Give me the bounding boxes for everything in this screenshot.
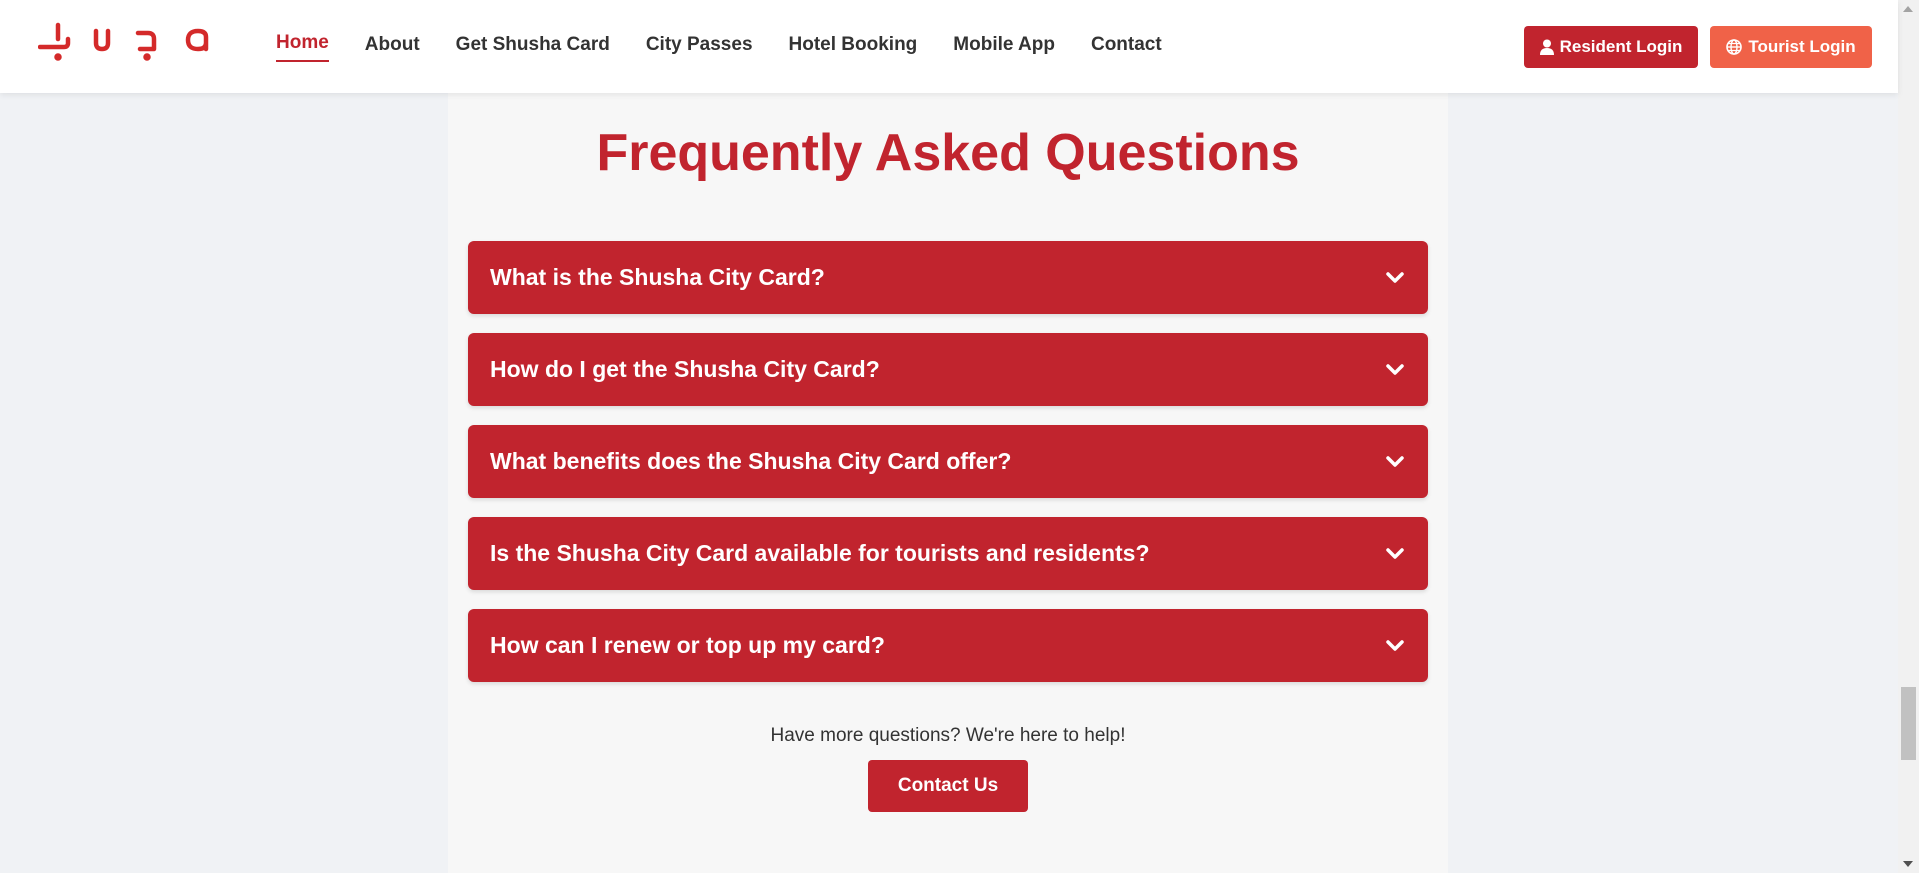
faq-title: Frequently Asked Questions (596, 124, 1300, 182)
globe-icon (1726, 39, 1743, 55)
faq-item-benefits[interactable]: What benefits does the Shusha City Card … (468, 425, 1428, 498)
site-logo[interactable] (38, 18, 214, 64)
tourist-login-button[interactable]: Tourist Login (1710, 26, 1872, 68)
chevron-down-icon (1386, 272, 1404, 283)
faq-question: Is the Shusha City Card available for to… (490, 540, 1150, 566)
faq-list: What is the Shusha City Card? How do I g… (468, 241, 1428, 701)
faq-question: How do I get the Shusha City Card? (490, 356, 880, 382)
page-scrollbar[interactable] (1898, 0, 1919, 873)
nav-hotel-booking[interactable]: Hotel Booking (789, 28, 918, 62)
faq-question: What is the Shusha City Card? (490, 264, 825, 290)
tourist-login-label: Tourist Login (1748, 37, 1856, 56)
faq-item-how-get-card[interactable]: How do I get the Shusha City Card? (468, 333, 1428, 406)
scrollbar-thumb[interactable] (1901, 687, 1916, 760)
nav-about[interactable]: About (365, 28, 420, 62)
chevron-down-icon (1386, 364, 1404, 375)
nav-city-passes[interactable]: City Passes (646, 28, 753, 62)
scroll-up-arrow-icon[interactable] (1903, 6, 1913, 12)
susa-logo-icon (38, 22, 209, 61)
faq-question: What benefits does the Shusha City Card … (490, 448, 1012, 474)
scroll-down-arrow-icon[interactable] (1903, 861, 1913, 867)
contact-us-button[interactable]: Contact Us (868, 760, 1028, 812)
main-nav: Home About Get Shusha Card City Passes H… (276, 28, 1198, 62)
faq-item-renew[interactable]: How can I renew or top up my card? (468, 609, 1428, 682)
help-text: Have more questions? We're here to help! (770, 725, 1126, 746)
chevron-down-icon (1386, 640, 1404, 651)
nav-get-shusha-card[interactable]: Get Shusha Card (456, 28, 610, 62)
resident-login-label: Resident Login (1559, 37, 1683, 56)
user-icon (1539, 39, 1554, 55)
faq-item-what-is-card[interactable]: What is the Shusha City Card? (468, 241, 1428, 314)
chevron-down-icon (1386, 456, 1404, 467)
nav-home[interactable]: Home (276, 28, 329, 62)
nav-contact[interactable]: Contact (1091, 28, 1162, 62)
resident-login-button[interactable]: Resident Login (1524, 26, 1698, 68)
faq-section: Frequently Asked Questions What is the S… (448, 93, 1448, 873)
nav-mobile-app[interactable]: Mobile App (953, 28, 1055, 62)
site-header: Home About Get Shusha Card City Passes H… (0, 0, 1898, 93)
chevron-down-icon (1386, 548, 1404, 559)
faq-item-availability[interactable]: Is the Shusha City Card available for to… (468, 517, 1428, 590)
faq-question: How can I renew or top up my card? (490, 632, 885, 658)
